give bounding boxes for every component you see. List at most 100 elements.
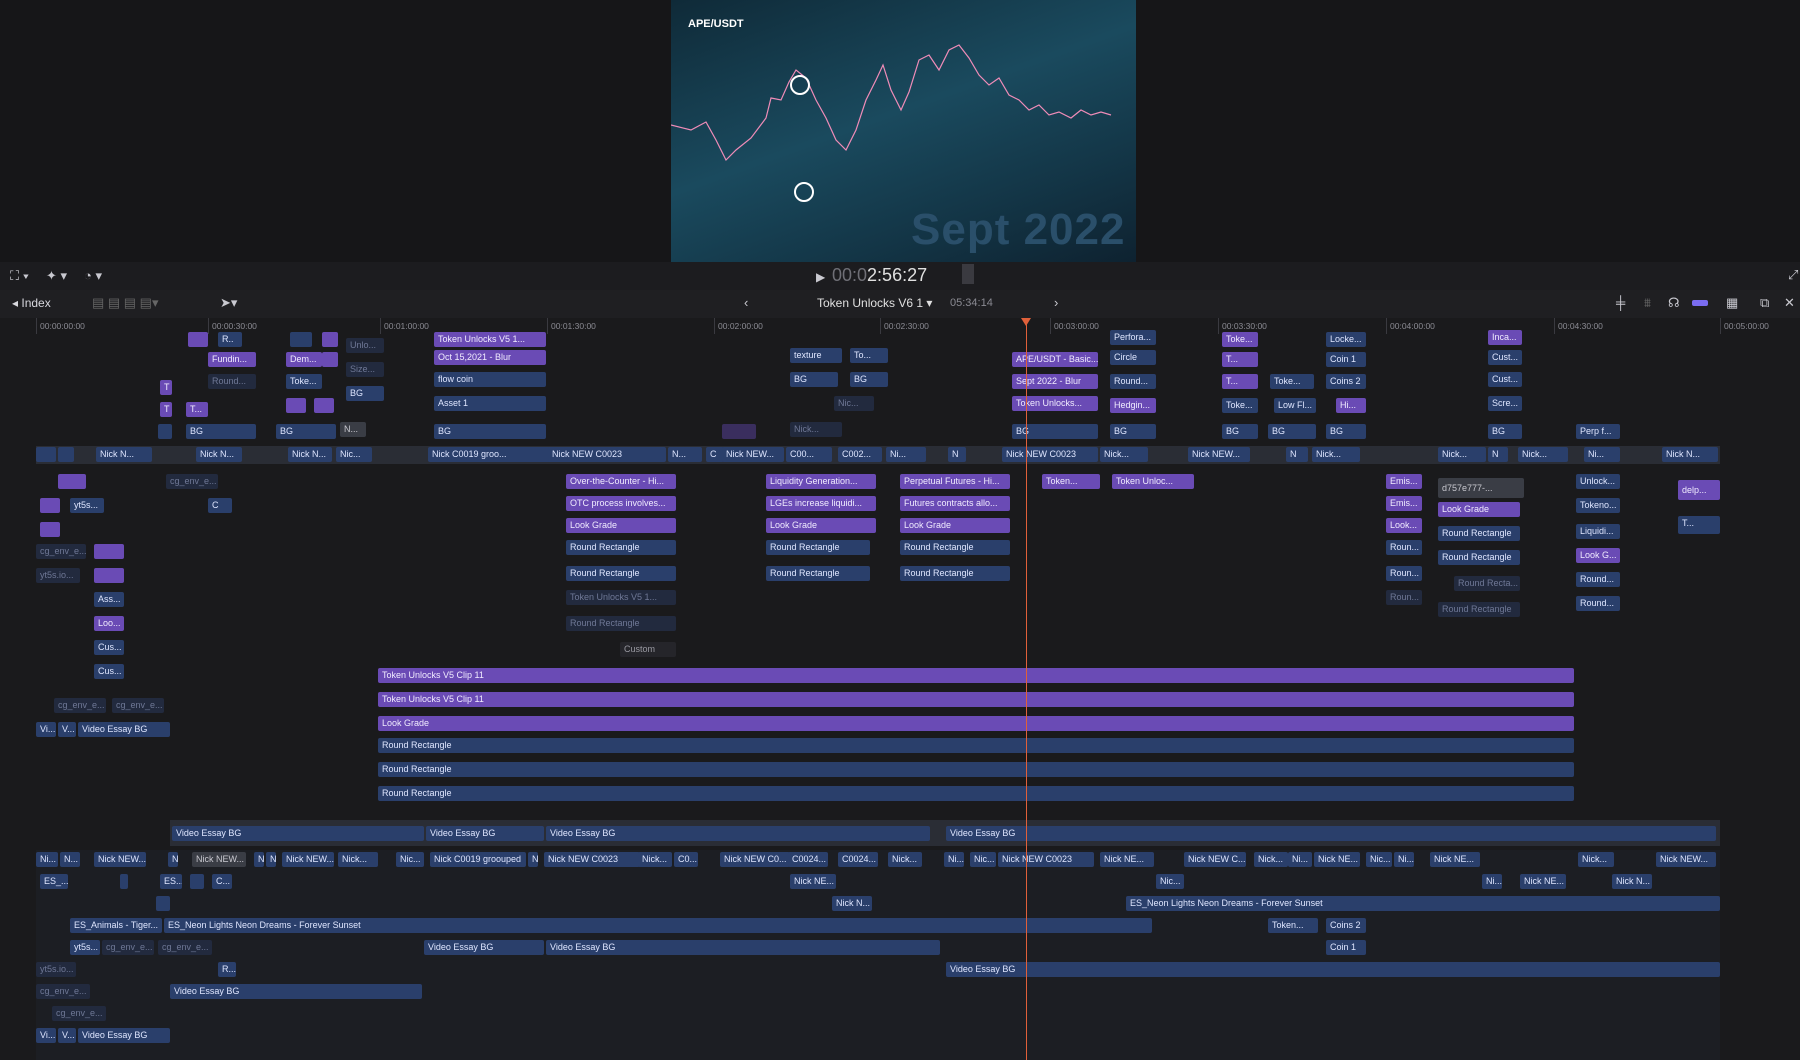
- timeline-clip[interactable]: Round Recta...: [1454, 576, 1520, 591]
- timeline-clip[interactable]: Inca...: [1488, 330, 1522, 345]
- timeline-clip[interactable]: delp...: [1678, 480, 1720, 500]
- timeline-clip[interactable]: Scre...: [1488, 396, 1522, 411]
- timeline-clip[interactable]: Round Rectangle: [566, 566, 676, 581]
- timeline-clip[interactable]: Round...: [1110, 374, 1156, 389]
- timeline-clip[interactable]: Token Unlocks V5 1...: [434, 332, 546, 347]
- timeline-clip[interactable]: Unlo...: [346, 338, 384, 353]
- timeline-clip[interactable]: T...: [1678, 516, 1720, 534]
- timeline-clip[interactable]: Nick NEW C0023: [1002, 447, 1098, 462]
- timeline-clip[interactable]: yt5s...: [70, 498, 104, 513]
- audio-clip[interactable]: ES_...: [40, 874, 68, 889]
- audio-clip[interactable]: N: [528, 852, 538, 867]
- timeline-clip[interactable]: Size...: [346, 362, 384, 377]
- audio-clip[interactable]: C0...: [674, 852, 698, 867]
- timeline-clip[interactable]: cg_env_e...: [36, 544, 86, 559]
- timeline-clip[interactable]: Perp f...: [1576, 424, 1620, 439]
- timeline-clip[interactable]: [722, 424, 756, 439]
- timeline-clip[interactable]: N: [1286, 447, 1308, 462]
- timeline-clip[interactable]: Nick NEW...: [1188, 447, 1250, 462]
- timeline-clip[interactable]: Round Rectangle: [1438, 602, 1520, 617]
- timeline-clip[interactable]: Toke...: [1222, 398, 1258, 413]
- audio-clip[interactable]: Nick NEW C0023: [544, 852, 640, 867]
- audio-clip[interactable]: Video Essay BG: [546, 940, 940, 955]
- audio-clip[interactable]: Video Essay BG: [424, 940, 544, 955]
- timeline-clip[interactable]: [40, 522, 60, 537]
- timeline-index-icon[interactable]: ⧉: [1760, 295, 1769, 311]
- headphones-icon[interactable]: ☊: [1668, 295, 1680, 311]
- play-icon[interactable]: ▶: [816, 270, 825, 284]
- timeline-clip[interactable]: Video Essay BG: [426, 826, 544, 841]
- timeline-clip[interactable]: BG: [346, 386, 384, 401]
- timeline-clip[interactable]: T: [160, 402, 172, 417]
- timeline-clip[interactable]: Fundin...: [208, 352, 256, 367]
- audio-clip[interactable]: Nick NE...: [790, 874, 836, 889]
- audio-clip[interactable]: Nick NE...: [1314, 852, 1360, 867]
- audio-clip[interactable]: Nic...: [396, 852, 424, 867]
- timeline-clip[interactable]: Roun...: [1386, 590, 1422, 605]
- timeline-clip[interactable]: Ni...: [1584, 447, 1620, 462]
- timeline-clip[interactable]: Circle: [1110, 350, 1156, 365]
- playhead[interactable]: [1026, 318, 1027, 1060]
- timeline-clip[interactable]: Nick...: [1100, 447, 1148, 462]
- timeline-clip[interactable]: Low Fl...: [1274, 398, 1316, 413]
- audio-clip[interactable]: C...: [212, 874, 232, 889]
- audio-clip[interactable]: Nick NEW...: [1656, 852, 1716, 867]
- audio-clip[interactable]: Video Essay BG: [946, 962, 1720, 977]
- timeline-clip[interactable]: Look Grade: [1438, 502, 1520, 517]
- timeline-clip[interactable]: Cus...: [94, 664, 124, 679]
- timeline-clip[interactable]: Coin 1: [1326, 352, 1366, 367]
- timeline-clip[interactable]: Video Essay BG: [172, 826, 424, 841]
- timeline-clip[interactable]: Cust...: [1488, 372, 1522, 387]
- timeline-clip[interactable]: [286, 398, 306, 413]
- audio-skimming-icon[interactable]: ⩩: [1644, 295, 1651, 311]
- audio-clip[interactable]: Nick...: [1254, 852, 1288, 867]
- timeline-clip[interactable]: d757e777-...: [1438, 478, 1524, 498]
- timeline-clip[interactable]: Emis...: [1386, 496, 1422, 511]
- timeline-clip[interactable]: Toke...: [1270, 374, 1314, 389]
- timeline-clip[interactable]: Nic...: [336, 447, 372, 462]
- timeline-clip[interactable]: APE/USDT - Basic...: [1012, 352, 1098, 367]
- playhead-handle-icon[interactable]: [1021, 318, 1031, 326]
- timeline-clip[interactable]: BG: [434, 424, 546, 439]
- fullscreen-icon[interactable]: ⤢: [1788, 267, 1798, 283]
- snapping-icon[interactable]: [1692, 300, 1708, 306]
- timeline-clip[interactable]: OTC process involves...: [566, 496, 676, 511]
- timeline-clip[interactable]: Loo...: [94, 616, 124, 631]
- audio-clip[interactable]: ES_Animals - Tiger...: [70, 918, 162, 933]
- timeline-clip[interactable]: [158, 424, 172, 439]
- audio-clip[interactable]: Nick...: [1578, 852, 1614, 867]
- timeline-clip[interactable]: Cus...: [94, 640, 124, 655]
- timeline-clip[interactable]: Nick N...: [196, 447, 242, 462]
- timeline-clip[interactable]: Nick...: [1438, 447, 1486, 462]
- timeline-clip[interactable]: Video Essay BG: [946, 826, 1716, 841]
- timeline-clip[interactable]: Emis...: [1386, 474, 1422, 489]
- audio-clip[interactable]: N: [266, 852, 276, 867]
- timeline-clip[interactable]: Sept 2022 - Blur: [1012, 374, 1098, 389]
- timeline-clip[interactable]: Nick...: [790, 422, 842, 437]
- timeline-clip[interactable]: Look Grade: [566, 518, 676, 533]
- timeline-clip[interactable]: Liquidity Generation...: [766, 474, 876, 489]
- timeline-clip[interactable]: Nick C0019 groo...: [428, 447, 560, 462]
- timeline-clip[interactable]: [314, 398, 334, 413]
- timeline-clip[interactable]: Custom: [620, 642, 676, 657]
- audio-clip[interactable]: R...: [218, 962, 236, 977]
- timeline-clip[interactable]: To...: [850, 348, 888, 363]
- timeline-clip[interactable]: Token Unlocks V5 1...: [566, 590, 676, 605]
- audio-clip[interactable]: V...: [58, 1028, 76, 1043]
- audio-clip[interactable]: N: [168, 852, 178, 867]
- timeline-clip[interactable]: Coins 2: [1326, 374, 1366, 389]
- transform-icon[interactable]: ⛶ ▾: [10, 268, 29, 284]
- timeline-clip[interactable]: Nick NEW C0023: [548, 447, 666, 462]
- timeline-clip[interactable]: Look G...: [1576, 548, 1620, 563]
- timeline-clip[interactable]: R..: [218, 332, 242, 347]
- timeline-clip[interactable]: N...: [668, 447, 702, 462]
- timeline-clip[interactable]: Round...: [1576, 596, 1620, 611]
- timeline-clip[interactable]: cg_env_e...: [112, 698, 164, 713]
- timeline-clip[interactable]: Roun...: [1386, 566, 1422, 581]
- skimming-icon[interactable]: ╪: [1616, 295, 1625, 310]
- timeline-clip[interactable]: Ni...: [886, 447, 926, 462]
- timeline-clip[interactable]: Nick...: [1312, 447, 1360, 462]
- audio-clip[interactable]: Coins 2: [1326, 918, 1366, 933]
- timeline-clip[interactable]: Unlock...: [1576, 474, 1620, 489]
- timeline-clip[interactable]: Ass...: [94, 592, 124, 607]
